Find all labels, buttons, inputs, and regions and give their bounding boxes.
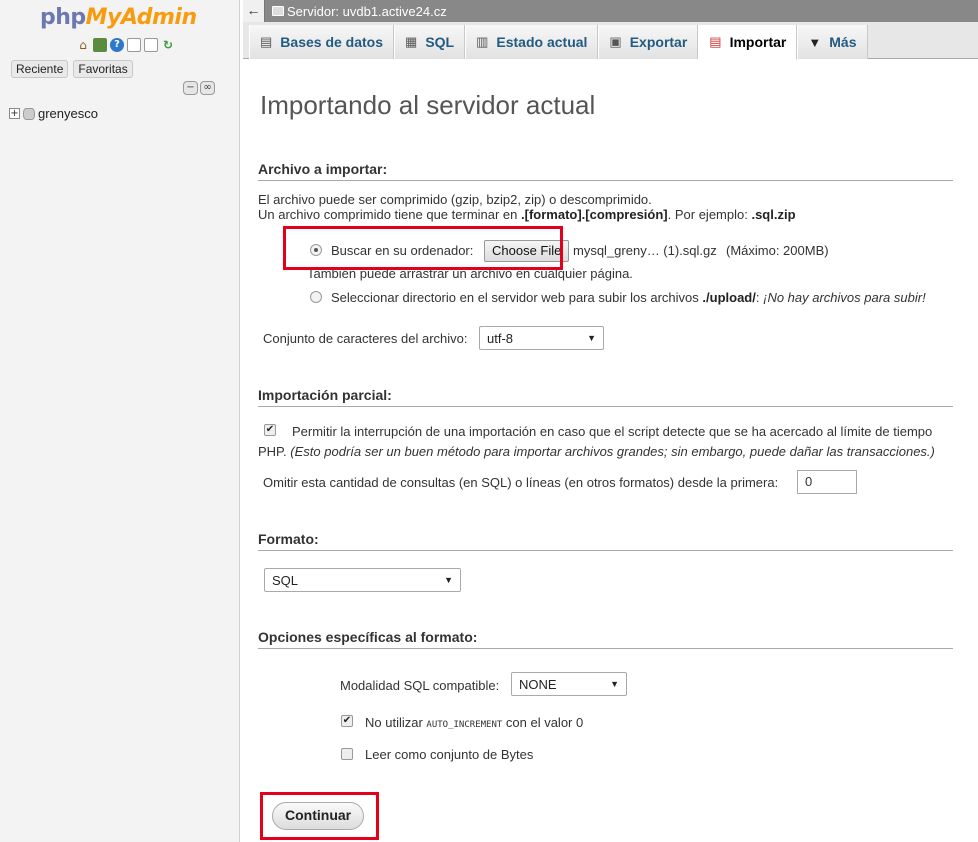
browse-computer-label: Buscar en su ordenador:	[331, 243, 474, 258]
chevron-down-icon: ▼	[808, 34, 822, 50]
sql-icon: ▦	[405, 34, 418, 49]
read-bytes-checkbox[interactable]	[341, 748, 353, 760]
nav-icon-bar: ⌂ ? ↻	[76, 38, 175, 52]
database-name[interactable]: grenyesco	[38, 106, 98, 121]
dropdown-caret-icon: ▼	[587, 333, 596, 343]
server-icon	[272, 6, 284, 16]
no-auto-increment-checkbox[interactable]: ✔	[341, 715, 353, 727]
allow-interrupt-note: (Esto podría ser un buen método para imp…	[290, 444, 935, 459]
choose-file-button[interactable]: Choose File	[484, 240, 570, 262]
dropdown-caret-icon: ▼	[444, 575, 453, 585]
format-section-heading: Formato:	[258, 531, 953, 551]
text-fragment: PHP.	[258, 444, 287, 459]
expand-icon[interactable]: +	[9, 108, 20, 119]
tab-databases[interactable]: ▤ Bases de datos	[249, 25, 395, 59]
status-icon: ▥	[476, 34, 489, 49]
continue-button[interactable]: Continuar	[272, 802, 365, 830]
tab-label: Bases de datos	[280, 34, 384, 50]
server-directory-label: Seleccionar directorio en el servidor we…	[331, 290, 926, 305]
logo-myadmin-text: MyAdmin	[85, 5, 197, 30]
format-select[interactable]: SQL ▼	[264, 568, 461, 592]
tab-more[interactable]: ▼ Más	[797, 25, 868, 59]
max-size-label: (Máximo: 200MB)	[726, 243, 829, 258]
sql-compat-select[interactable]: NONE ▼	[511, 672, 627, 696]
database-icon	[23, 107, 35, 120]
text-fragment: Un archivo comprimido tiene que terminar…	[258, 207, 522, 222]
home-icon[interactable]: ⌂	[76, 38, 90, 52]
tab-label: Estado actual	[496, 34, 588, 50]
skip-queries-input[interactable]: 0	[797, 470, 857, 494]
main-content: Importando al servidor actual Archivo a …	[243, 60, 978, 842]
partial-section-heading: Importación parcial:	[258, 387, 953, 407]
read-bytes-label: Leer como conjunto de Bytes	[365, 747, 534, 762]
database-tree-item[interactable]: + grenyesco	[9, 106, 98, 121]
compression-info: El archivo puede ser comprimido (gzip, b…	[258, 192, 652, 207]
collapse-all-icon[interactable]: −	[183, 81, 198, 95]
breadcrumb-server[interactable]: Servidor: uvdb1.active24.cz	[287, 4, 447, 19]
auto-increment-code: AUTO_INCREMENT	[426, 720, 503, 730]
tab-label: SQL	[425, 34, 455, 50]
import-icon: ▤	[709, 34, 722, 49]
text-fragment: :	[755, 290, 760, 305]
selected-file-name: mysql_greny… (1).sql.gz	[573, 243, 717, 258]
text-fragment: con el valor 0	[502, 715, 584, 730]
tab-label: Exportar	[629, 34, 688, 50]
upload-path: ./upload/	[702, 290, 756, 305]
collapse-panel-arrow-icon[interactable]: ←	[243, 0, 265, 22]
charset-label: Conjunto de caracteres del archivo:	[263, 331, 468, 346]
text-fragment: . Por ejemplo:	[667, 207, 752, 222]
database-icon: ▤	[260, 34, 273, 49]
help-icon[interactable]: ?	[110, 38, 124, 52]
docs-sql-icon[interactable]	[144, 38, 158, 52]
phpmyadmin-logo[interactable]: phpMyAdmin	[40, 5, 197, 30]
tab-status[interactable]: ▥ Estado actual	[465, 25, 599, 59]
drag-hint: También puede arrastrar un archivo en cu…	[307, 266, 633, 281]
allow-interrupt-label-cont: PHP. (Esto podría ser un buen método par…	[258, 444, 935, 459]
tree-controls: − ∞	[183, 81, 215, 95]
logo-php-text: php	[40, 5, 86, 30]
format-options-heading: Opciones específicas al formato:	[258, 629, 953, 649]
dropdown-caret-icon: ▼	[610, 679, 619, 689]
format-value: SQL	[272, 572, 299, 588]
no-files-message: ¡No hay archivos para subir!	[763, 290, 926, 305]
tab-import[interactable]: ▤ Importar	[698, 25, 798, 60]
server-directory-radio[interactable]	[310, 291, 322, 303]
allow-interrupt-label: Permitir la interrupción de una importac…	[292, 424, 933, 439]
navigation-panel: phpMyAdmin ⌂ ? ↻ Reciente Favoritas − ∞ …	[0, 0, 240, 842]
documentation-icon[interactable]	[127, 38, 141, 52]
page-title: Importando al servidor actual	[260, 90, 596, 120]
browse-computer-radio[interactable]	[310, 244, 322, 256]
text-fragment: Seleccionar directorio en el servidor we…	[331, 290, 703, 305]
format-pattern: .[formato].[compresión]	[521, 207, 668, 222]
favorites-button[interactable]: Favoritas	[73, 60, 133, 78]
file-section-heading: Archivo a importar:	[258, 161, 953, 181]
export-icon: ▣	[609, 34, 622, 49]
example-extension: .sql.zip	[751, 207, 796, 222]
tab-sql[interactable]: ▦ SQL	[394, 25, 466, 59]
charset-select[interactable]: utf-8 ▼	[479, 326, 604, 350]
link-icon[interactable]: ∞	[200, 81, 215, 95]
compression-example: Un archivo comprimido tiene que terminar…	[258, 207, 796, 222]
sql-compat-value: NONE	[519, 676, 557, 692]
recent-favorites-row: Reciente Favoritas	[11, 60, 133, 78]
allow-interrupt-checkbox[interactable]: ✔	[264, 424, 276, 436]
sql-compat-label: Modalidad SQL compatible:	[340, 678, 500, 693]
skip-queries-label: Omitir esta cantidad de consultas (en SQ…	[263, 475, 779, 490]
tab-label: Más	[829, 34, 857, 50]
logout-icon[interactable]	[93, 38, 107, 52]
recent-button[interactable]: Reciente	[11, 60, 69, 78]
no-auto-increment-label: No utilizar AUTO_INCREMENT con el valor …	[365, 715, 583, 730]
tab-export[interactable]: ▣ Exportar	[598, 25, 699, 59]
tab-label: Importar	[729, 34, 787, 50]
reload-icon[interactable]: ↻	[161, 38, 175, 52]
main-tabs: ▤ Bases de datos ▦ SQL ▥ Estado actual ▣…	[243, 22, 978, 60]
charset-value: utf-8	[487, 330, 514, 346]
text-fragment: No utilizar	[365, 715, 427, 730]
breadcrumb-bar: ← Servidor: uvdb1.active24.cz	[243, 0, 978, 22]
